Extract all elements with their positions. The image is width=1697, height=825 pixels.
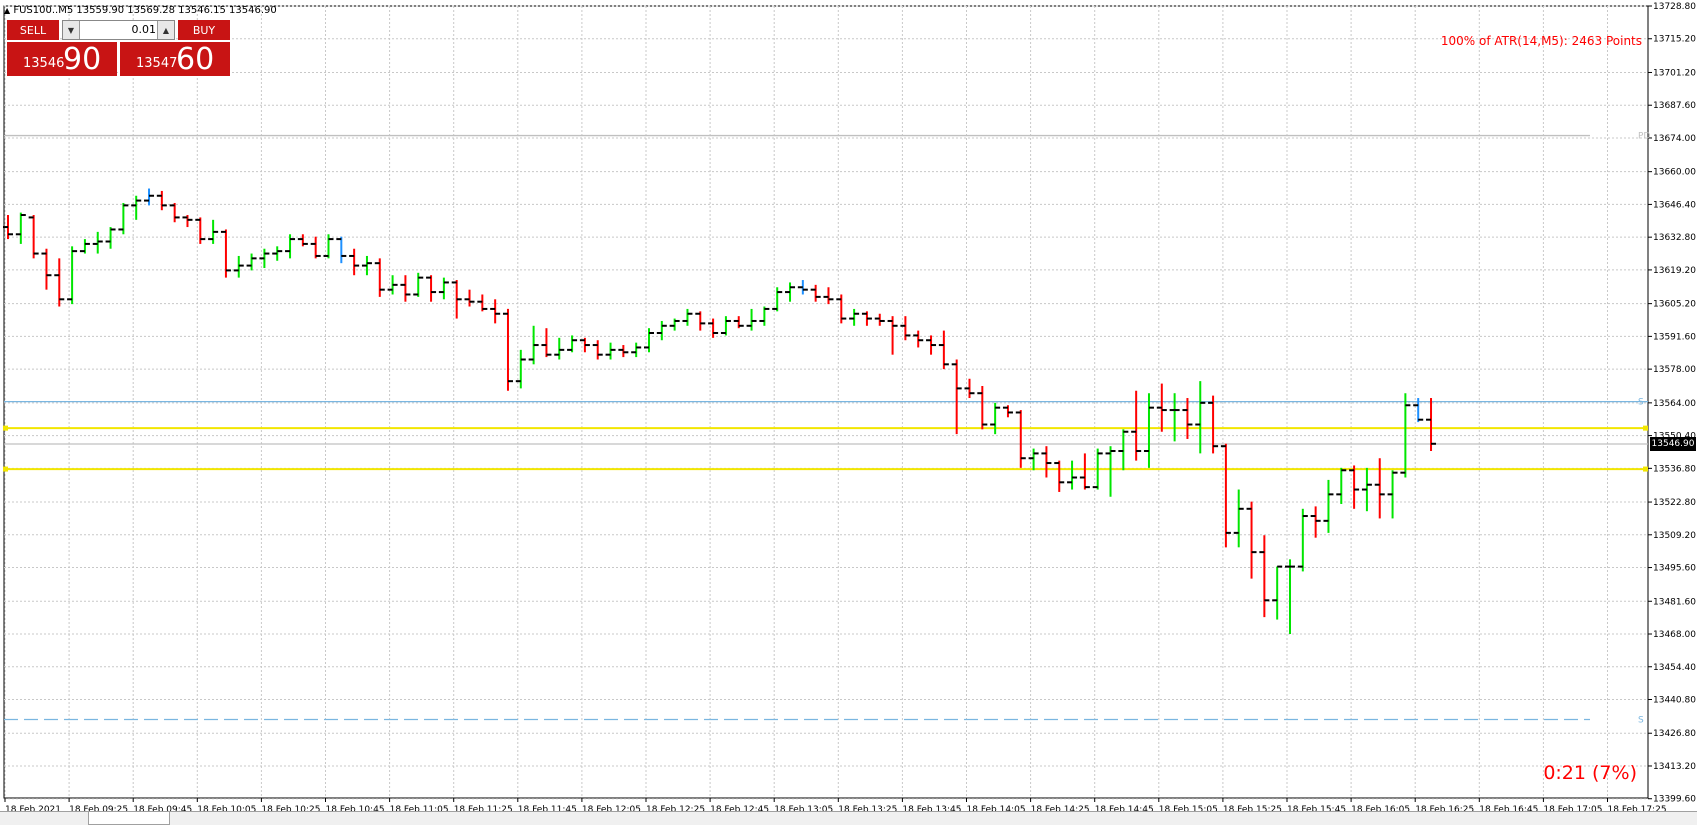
y-tick-label: 13687.60	[1653, 101, 1696, 111]
candle-timer-label: 0:21 (7%)	[1543, 762, 1637, 784]
price-chart[interactable]: 13728.80 13715.20 13701.20 13687.60 13674.00…	[0, 0, 1697, 825]
y-tick-label: 13481.60	[1653, 597, 1696, 607]
one-click-trading-panel: SELL ▼ 0.01 ▲ BUY 13546 90 13547 60	[7, 20, 230, 77]
y-tick-label: 13454.40	[1653, 663, 1696, 673]
level-anchor	[3, 425, 8, 431]
y-tick-label: 13605.20	[1653, 300, 1696, 310]
y-tick-label: 13578.00	[1653, 365, 1696, 375]
y-tick-label: 13701.20	[1653, 68, 1696, 78]
atr-indicator-label: 100% of ATR(14,M5): 2463 Points	[1440, 34, 1642, 48]
y-tick-label: 13495.60	[1653, 564, 1696, 574]
chart-header: ▲ FUS100..M5 13559.90 13569.28 13546.15 …	[4, 5, 277, 16]
y-tick-label: 13440.80	[1653, 696, 1696, 706]
y-tick-label: 13660.00	[1653, 168, 1696, 178]
sell-button[interactable]: SELL	[7, 20, 59, 40]
triangle-up-icon[interactable]: ▲	[157, 21, 174, 39]
y-tick-label: 13632.80	[1653, 233, 1696, 243]
buy-button[interactable]: BUY	[178, 20, 230, 40]
y-tick-label: 13646.40	[1653, 200, 1696, 210]
triangle-down-icon[interactable]: ▼	[63, 21, 80, 39]
y-tick-label: 13509.20	[1653, 531, 1696, 541]
current-price-tag: 13546.90	[1650, 437, 1696, 451]
buy-price-button[interactable]: 13547 60	[120, 42, 230, 77]
y-tick-label: 13564.00	[1653, 399, 1696, 409]
lot-size-input[interactable]: 0.01	[81, 23, 157, 36]
level-tag: S	[1638, 715, 1644, 725]
chart-tab[interactable]	[88, 812, 170, 825]
y-tick-label: 13522.80	[1653, 498, 1696, 508]
collapse-triangle-icon[interactable]: ▲	[4, 6, 10, 15]
level-tag: PD	[1638, 132, 1650, 142]
y-tick-label: 13426.80	[1653, 729, 1696, 739]
y-tick-label: 13468.00	[1653, 630, 1696, 640]
buy-price-points: 60	[176, 42, 215, 77]
level-anchor	[1643, 425, 1648, 431]
sell-price-button[interactable]: 13546 90	[7, 42, 117, 77]
level-anchor	[1643, 466, 1648, 472]
lot-size-stepper[interactable]: ▼ 0.01 ▲	[62, 20, 175, 40]
level-tag: S	[1638, 398, 1644, 408]
y-tick-label: 13536.80	[1653, 464, 1696, 474]
y-tick-label: 13399.60	[1653, 795, 1696, 805]
buy-price-main: 13547	[136, 56, 178, 71]
chart-tab-bar	[0, 811, 1697, 825]
y-tick-label: 13715.20	[1653, 35, 1696, 45]
sell-price-main: 13546	[23, 56, 65, 71]
y-tick-label: 13413.20	[1653, 762, 1696, 772]
sell-price-points: 90	[63, 42, 102, 77]
level-anchor	[3, 466, 8, 472]
chart-window[interactable]: 13728.80 13715.20 13701.20 13687.60 13674.00…	[0, 0, 1697, 825]
y-tick-label: 13591.60	[1653, 332, 1696, 342]
y-tick-label: 13674.00	[1653, 134, 1696, 144]
y-tick-label: 13728.80	[1653, 2, 1696, 12]
symbol-quote-line: FUS100..M5 13559.90 13569.28 13546.15 13…	[13, 5, 277, 16]
y-tick-label: 13619.20	[1653, 266, 1696, 276]
